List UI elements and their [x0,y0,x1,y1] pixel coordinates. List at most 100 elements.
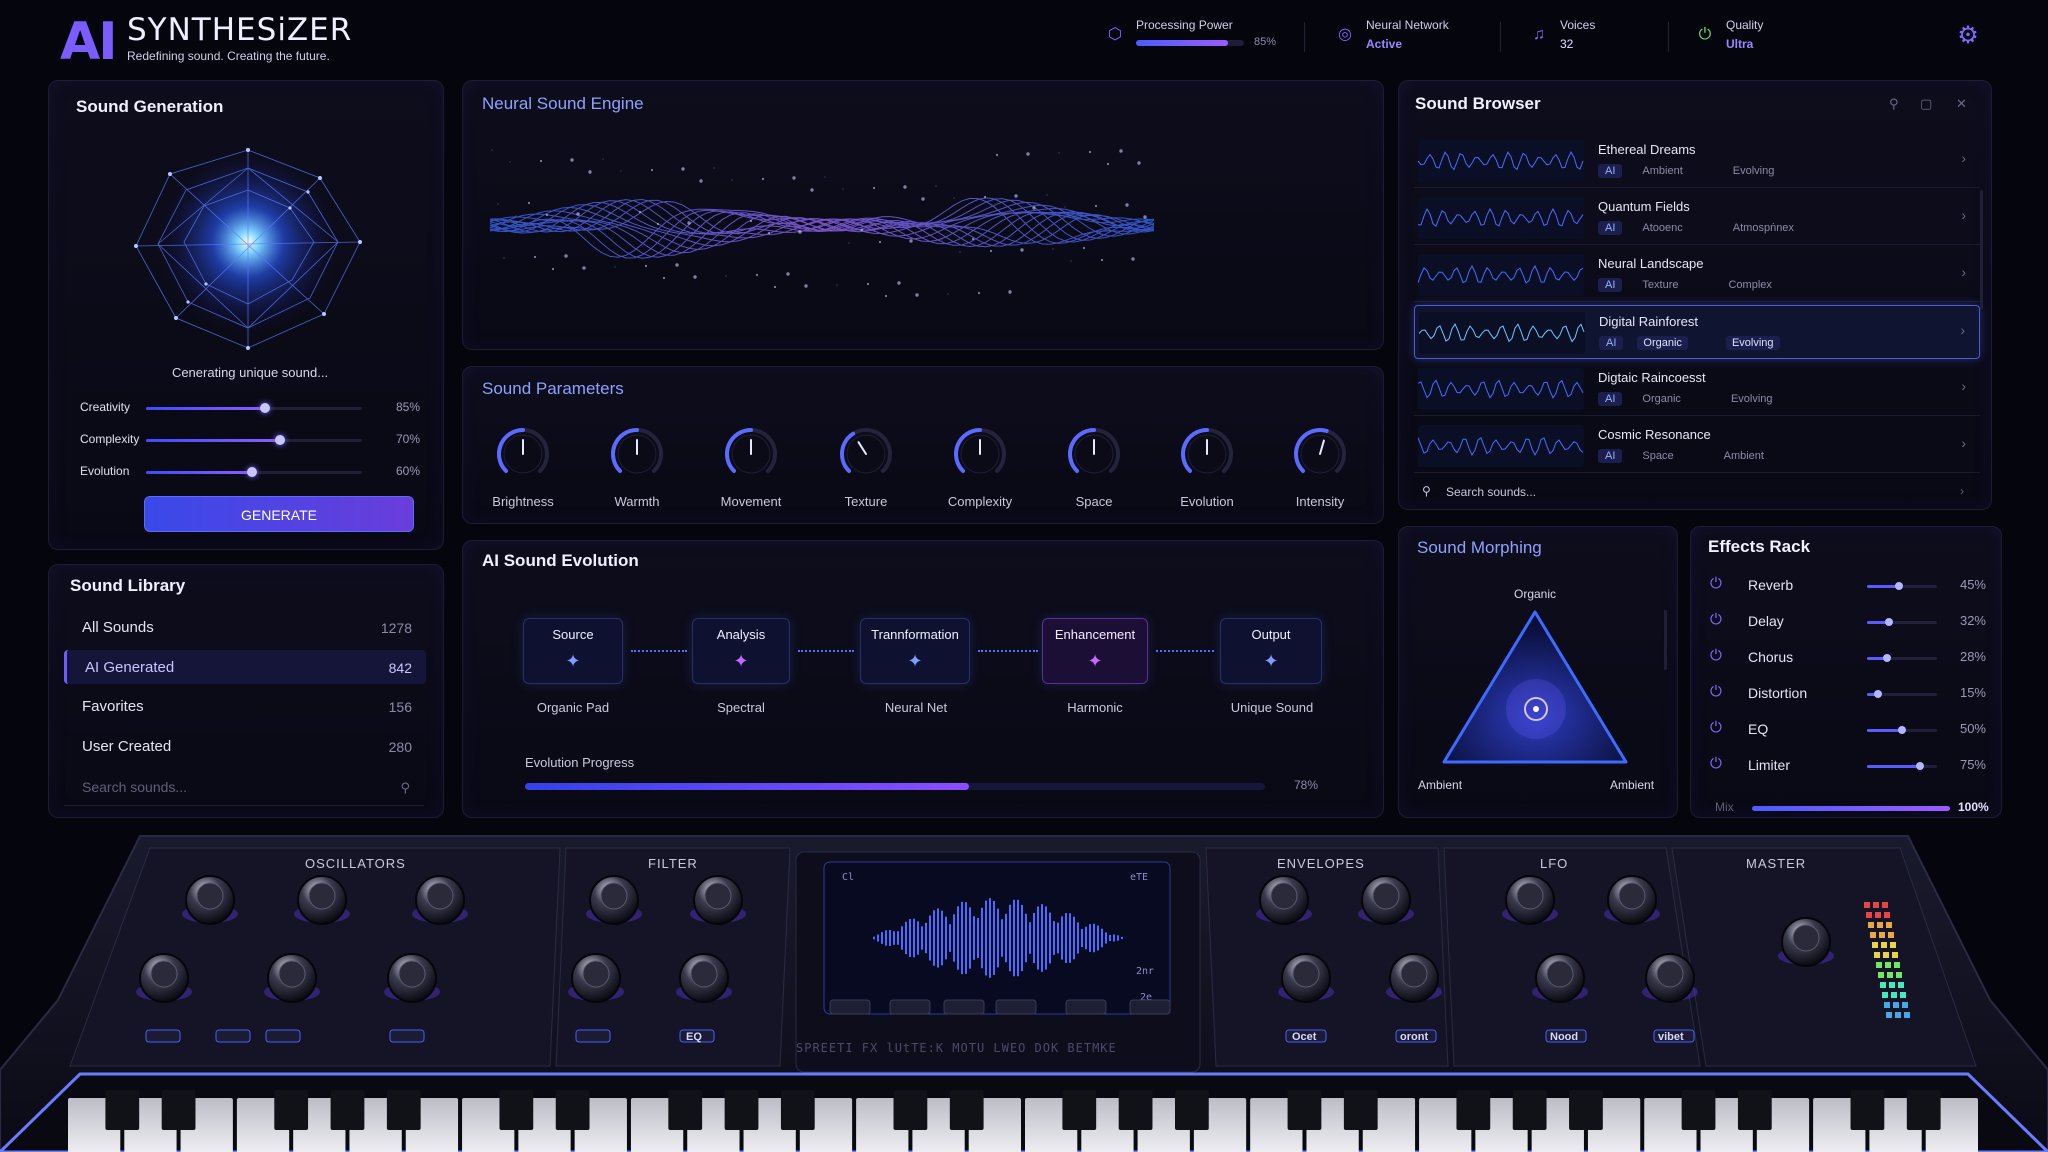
knob-label: Complexity [947,494,1013,509]
lfo-button-label: vibet [1658,1031,1684,1043]
chevron-right-icon[interactable]: › [1961,378,1966,394]
browser-item[interactable]: Neural Landscape AI Texture Complex › [1414,248,1980,302]
slider-thumb[interactable] [246,467,257,477]
library-search[interactable]: ⚲ [64,776,424,806]
screen-label: Cl [842,872,854,883]
knob-warmth[interactable]: Warmth [592,424,682,514]
slider-thumb[interactable] [274,435,285,445]
evolution-node-enhancement[interactable]: Enhancement ✦ [1042,618,1148,684]
knob-complexity[interactable]: Complexity [935,424,1025,514]
evolution-node-output[interactable]: Output ✦ [1220,618,1322,684]
library-item[interactable]: Favorites 156 [64,689,426,723]
library-item[interactable]: AI Generated 842 [64,649,426,684]
effect-track[interactable] [1867,690,1937,698]
evolution-node-analysis[interactable]: Analysis ✦ [692,618,790,684]
power-icon[interactable]: ⏻ [1710,647,1722,664]
library-item-count: 280 [388,738,412,755]
knob-movement[interactable]: Movement [706,424,796,514]
tag-badge: AI [1599,336,1624,350]
black-key [724,1090,759,1130]
generate-button[interactable]: GENERATE [144,496,414,532]
effect-thumb[interactable] [1882,654,1891,662]
knob-intensity[interactable]: Intensity [1275,424,1365,514]
knob-space[interactable]: Space [1049,424,1139,514]
knob-texture[interactable]: Texture [821,424,911,514]
knob-dial[interactable] [1290,424,1350,484]
chevron-right-icon[interactable]: › [1961,264,1966,280]
browser-search-input[interactable]: Search sounds... [1446,485,1536,499]
knob-dial[interactable] [1064,424,1124,484]
power-icon[interactable]: ⏻ [1710,719,1722,736]
browser-item[interactable]: Digital Rainforest AI Organic Evolving › [1414,305,1980,359]
search-icon[interactable]: ⚲ [1889,96,1899,112]
slider-thumb[interactable] [259,403,270,413]
effect-track[interactable] [1867,618,1937,626]
effect-limiter[interactable]: ⏻ Limiter 75% [1710,754,1986,778]
slider-track[interactable] [146,403,362,413]
knob-dial[interactable] [493,424,553,484]
close-icon[interactable]: ✕ [1956,96,1967,112]
effect-track[interactable] [1867,582,1937,590]
morph-scrollbar[interactable] [1664,610,1667,670]
quality-stat: ⏻ Quality Ultra [1696,18,1786,58]
browser-item[interactable]: Cosmic Resonance AI Space Ambient › [1414,419,1980,473]
effect-thumb[interactable] [1898,726,1906,734]
browser-item-name: Digtaic Raincoesst [1598,370,1706,385]
knob-dial[interactable] [950,424,1010,484]
power-icon[interactable]: ⏻ [1710,611,1722,628]
morph-triangle[interactable] [1440,604,1632,772]
slider-evolution[interactable]: Evolution 60% [80,462,420,482]
library-item[interactable]: All Sounds 1278 [64,610,426,644]
slider-track[interactable] [146,435,362,445]
browser-item-tags: AI Organic Evolving [1599,336,1818,350]
section-label: LFO [1540,856,1568,871]
effect-track[interactable] [1867,654,1937,662]
browser-scrollbar[interactable] [1980,190,1983,310]
browser-item[interactable]: Ethereal Dreams AI Ambient Evolving › [1414,134,1980,188]
knob-brightness[interactable]: Brightness [478,424,568,514]
expand-icon[interactable]: ▢ [1920,96,1932,112]
black-key [1737,1090,1772,1130]
browser-item[interactable]: Digtaic Raincoesst AI Organic Evolving › [1414,362,1980,416]
chevron-right-icon[interactable]: › [1960,484,1964,498]
slider-creativity[interactable]: Creativity 85% [80,398,420,418]
slider-complexity[interactable]: Complexity 70% [80,430,420,450]
effect-thumb[interactable] [1894,582,1903,590]
chevron-right-icon[interactable]: › [1961,150,1966,166]
microphone-icon[interactable]: ⚲ [400,780,410,796]
effect-track[interactable] [1867,726,1937,734]
black-key [780,1090,815,1130]
effect-thumb[interactable] [1915,762,1924,770]
effect-delay[interactable]: ⏻ Delay 32% [1710,610,1986,634]
knob-dial[interactable] [721,424,781,484]
browser-item-name: Cosmic Resonance [1598,427,1711,442]
chevron-right-icon[interactable]: › [1961,207,1966,223]
chevron-right-icon[interactable]: › [1960,322,1965,338]
mix-track[interactable] [1752,806,1950,811]
effect-reverb[interactable]: ⏻ Reverb 45% [1710,574,1986,598]
waveform-thumbnail [1418,425,1584,467]
library-item[interactable]: User Created 280 [64,729,426,763]
chevron-right-icon[interactable]: › [1961,435,1966,451]
power-icon[interactable]: ⏻ [1710,755,1722,772]
slider-track[interactable] [146,467,362,477]
knob-label: Warmth [614,494,660,509]
library-search-input[interactable] [82,779,382,795]
effect-thumb[interactable] [1885,618,1894,626]
black-key [1456,1090,1491,1130]
effect-thumb[interactable] [1873,690,1882,698]
effect-eq[interactable]: ⏻ EQ 50% [1710,718,1986,742]
evolution-node-transformation[interactable]: Trannformation ✦ [860,618,970,684]
knob-evolution[interactable]: Evolution [1162,424,1252,514]
knob-dial[interactable] [1177,424,1237,484]
browser-item[interactable]: Quantum Fields AI Atooenc Atmospṅnex › [1414,191,1980,245]
effect-distortion[interactable]: ⏻ Distortion 15% [1710,682,1986,706]
effect-track[interactable] [1867,762,1937,770]
effect-chorus[interactable]: ⏻ Chorus 28% [1710,646,1986,670]
power-icon[interactable]: ⏻ [1710,683,1722,700]
knob-dial[interactable] [836,424,896,484]
gear-icon[interactable]: ⚙ [1954,22,1982,50]
evolution-node-source[interactable]: Source ✦ [523,618,623,684]
power-icon[interactable]: ⏻ [1710,575,1722,592]
knob-dial[interactable] [607,424,667,484]
